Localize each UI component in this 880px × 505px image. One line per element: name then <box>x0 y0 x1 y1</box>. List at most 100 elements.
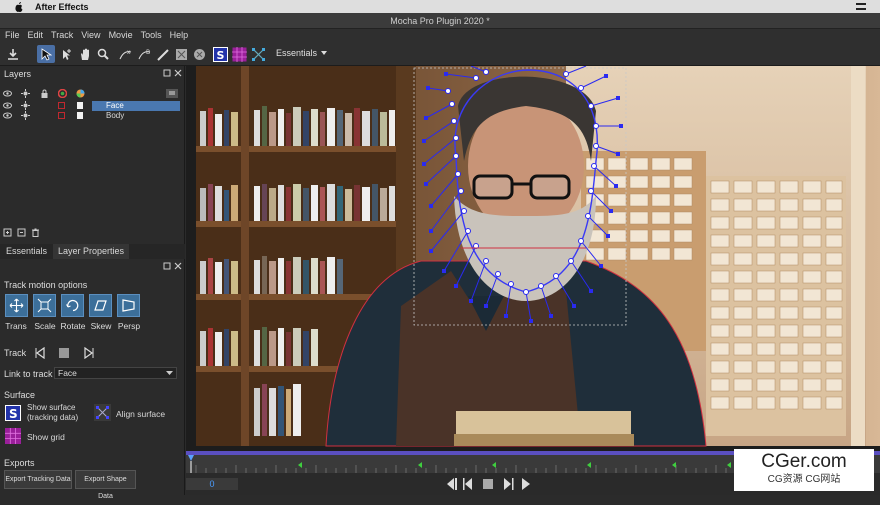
svg-text:S: S <box>9 407 18 421</box>
exports-heading: Exports <box>4 458 35 468</box>
skew-toggle[interactable] <box>89 294 112 317</box>
duplicate-layer-icon[interactable] <box>17 228 26 237</box>
scale-toggle[interactable] <box>33 294 56 317</box>
chevron-down-icon <box>166 371 173 375</box>
app-menu-bar: File Edit Track View Movie Tools Help <box>0 29 880 42</box>
surface-s-icon: S <box>212 46 228 62</box>
menu-help[interactable]: Help <box>170 29 189 42</box>
trans-toggle[interactable] <box>5 294 28 317</box>
add-point-tool-button[interactable] <box>57 45 75 63</box>
pick-tool-button[interactable] <box>37 45 55 63</box>
layer-menu-icon[interactable] <box>166 89 178 98</box>
trans-label: Trans <box>5 321 27 331</box>
rainbow-icon <box>76 89 85 98</box>
show-surface-label[interactable]: Show surface (tracking data) <box>27 403 78 423</box>
xspline-tool-button[interactable]: x <box>117 45 135 63</box>
layer-row-body[interactable]: Body <box>0 111 185 121</box>
rectangle-icon <box>175 48 187 60</box>
panel-controls[interactable] <box>163 262 183 271</box>
skew-label: Skew <box>90 321 112 331</box>
save-button[interactable] <box>4 45 22 63</box>
current-frame-field[interactable]: 0 <box>186 478 238 490</box>
export-shape-data-button[interactable]: Export Shape Data <box>75 470 136 500</box>
corners-icon <box>251 47 265 61</box>
layers-panel-title: Layers <box>4 69 32 79</box>
watermark-sub: CG资源 CG网站 <box>767 474 841 485</box>
system-app-name[interactable]: After Effects <box>35 2 89 12</box>
magnifier-icon <box>97 48 109 60</box>
eye-icon[interactable] <box>3 111 12 120</box>
apple-icon[interactable] <box>13 1 25 12</box>
menu-edit[interactable]: Edit <box>28 29 44 42</box>
rotate-icon <box>66 299 79 312</box>
layer-matte-swatch[interactable] <box>77 102 83 109</box>
workspace-label: Essentials <box>276 48 318 58</box>
new-layer-icon[interactable] <box>3 228 12 237</box>
layer-name: Body <box>106 111 125 120</box>
tab-layer-properties[interactable]: Layer Properties <box>53 244 130 259</box>
layer-color-swatch[interactable] <box>58 112 65 119</box>
menu-tools[interactable]: Tools <box>141 29 162 42</box>
eye-icon[interactable] <box>3 101 12 110</box>
align-surface-label[interactable]: Align surface <box>116 409 165 419</box>
menu-view[interactable]: View <box>81 29 100 42</box>
link-to-track-dropdown[interactable]: Face <box>54 367 177 379</box>
menu-movie[interactable]: Movie <box>109 29 133 42</box>
persp-toggle[interactable] <box>117 294 140 317</box>
layer-color-swatch[interactable] <box>58 102 65 109</box>
panel-controls[interactable] <box>163 69 183 78</box>
cursor-plus-icon <box>63 48 71 60</box>
surface-toggle-button[interactable]: S <box>211 45 229 63</box>
bezier-icon: B <box>138 49 151 59</box>
sun-icon[interactable] <box>21 111 30 120</box>
grid-icon[interactable] <box>5 428 21 444</box>
stop-icon[interactable] <box>58 347 70 359</box>
zoom-tool-button[interactable] <box>94 45 112 63</box>
transport-controls[interactable] <box>446 477 536 491</box>
hand-tool-button[interactable] <box>76 45 94 63</box>
layer-matte-swatch[interactable] <box>77 112 83 119</box>
surface-s-icon[interactable]: S <box>5 405 21 421</box>
track-forward-icon[interactable] <box>83 347 95 359</box>
tab-essentials[interactable]: Essentials <box>1 244 52 259</box>
video-frame <box>196 66 880 447</box>
layer-row-face[interactable]: Face <box>0 101 185 111</box>
planar-corners-button[interactable] <box>249 45 267 63</box>
bezier-tool-button[interactable]: B <box>136 45 154 63</box>
menu-file[interactable]: File <box>5 29 20 42</box>
track-backward-icon[interactable] <box>34 347 46 359</box>
translate-icon <box>9 298 24 313</box>
brush-tool-button[interactable] <box>154 45 172 63</box>
perspective-icon <box>122 299 135 312</box>
skew-icon <box>94 300 107 311</box>
sun-icon[interactable] <box>21 101 30 110</box>
align-surface-icon[interactable] <box>94 404 111 421</box>
link-to-track-label: Link to track <box>4 369 53 379</box>
show-grid-label[interactable]: Show grid <box>27 432 65 442</box>
system-menu-bar: After Effects <box>0 0 880 13</box>
control-center-icon[interactable] <box>856 2 866 11</box>
eye-icon <box>3 90 12 97</box>
cursor-icon <box>41 47 52 61</box>
trash-icon[interactable] <box>31 228 40 237</box>
workspace-dropdown[interactable]: Essentials <box>276 48 328 58</box>
svg-text:x: x <box>127 49 131 56</box>
link-to-track-value: Face <box>58 368 77 378</box>
viewer-canvas[interactable] <box>186 66 880 451</box>
left-panel: Layers Face Body Essentials Layer Proper… <box>0 66 185 500</box>
menu-track[interactable]: Track <box>51 29 73 42</box>
export-tracking-data-button[interactable]: Export Tracking Data <box>4 470 72 489</box>
ellipse-tool-button[interactable] <box>190 45 208 63</box>
grid-icon <box>231 46 247 62</box>
xspline-icon: x <box>119 49 132 59</box>
rectangle-tool-button[interactable] <box>172 45 190 63</box>
rotate-toggle[interactable] <box>61 294 84 317</box>
ellipse-icon <box>193 48 205 60</box>
window-title: Mocha Pro Plugin 2020 * <box>0 13 880 29</box>
scale-label: Scale <box>34 321 56 331</box>
track-motion-heading: Track motion options <box>4 280 88 290</box>
hand-icon <box>81 48 89 60</box>
scale-icon <box>37 298 52 313</box>
grid-toggle-button[interactable] <box>230 45 248 63</box>
toolbar: x B S Essentials <box>0 42 880 66</box>
